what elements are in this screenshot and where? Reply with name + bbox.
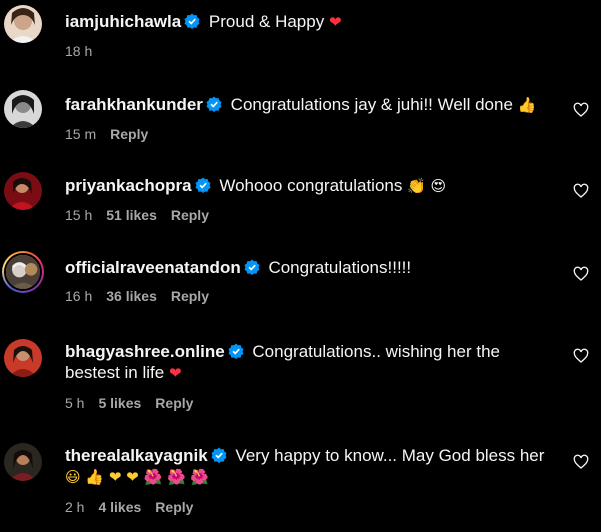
avatar[interactable] xyxy=(4,339,42,377)
avatar[interactable] xyxy=(4,172,42,210)
comment-text: Wohooo congratulations xyxy=(214,176,408,195)
like-heart-icon[interactable] xyxy=(573,266,589,282)
like-heart-icon[interactable] xyxy=(573,183,589,199)
comment-time: 16 h xyxy=(65,288,93,304)
comment-time: 5 h xyxy=(65,395,85,411)
comment-username[interactable]: farahkhankunder xyxy=(65,95,203,114)
like-heart-icon[interactable] xyxy=(573,454,589,470)
verified-badge-icon xyxy=(195,177,211,193)
comment-text: Congratulations!!!!! xyxy=(263,258,412,277)
avatar xyxy=(4,253,42,291)
avatar[interactable] xyxy=(4,443,42,481)
avatar-story-ring[interactable] xyxy=(2,251,44,293)
comment-username[interactable]: iamjuhichawla xyxy=(65,12,181,31)
avatar[interactable] xyxy=(4,90,42,128)
comment-likes[interactable]: 5 likes xyxy=(98,395,141,411)
comment-text: Very happy to know... May God bless her xyxy=(230,446,545,465)
comment-emoji: 👏 😍 xyxy=(407,177,447,195)
verified-badge-icon xyxy=(244,259,260,275)
reply-button[interactable]: Reply xyxy=(171,207,209,223)
avatar[interactable] xyxy=(4,5,42,43)
comment-text: Proud & Happy xyxy=(204,12,329,31)
comment-text: Congratulations jay & juhi!! Well done xyxy=(225,95,518,114)
verified-badge-icon xyxy=(228,343,244,359)
reply-button[interactable]: Reply xyxy=(171,288,209,304)
comment-username[interactable]: bhagyashree.online xyxy=(65,342,225,361)
reply-button[interactable]: Reply xyxy=(155,499,193,515)
verified-badge-icon xyxy=(184,13,200,29)
verified-badge-icon xyxy=(211,447,227,463)
comment-likes[interactable]: 36 likes xyxy=(106,288,157,304)
comment-username[interactable]: officialraveenatandon xyxy=(65,258,241,277)
comment-time: 18 h xyxy=(65,43,93,59)
like-heart-icon[interactable] xyxy=(573,348,589,364)
comment-emoji: 👍 xyxy=(517,96,537,114)
comment-likes[interactable]: 4 likes xyxy=(98,499,141,515)
comment-likes[interactable]: 51 likes xyxy=(106,207,157,223)
comment-username[interactable]: priyankachopra xyxy=(65,176,192,195)
verified-badge-icon xyxy=(206,96,222,112)
comment-username[interactable]: therealalkayagnik xyxy=(65,446,208,465)
comment-emoji: 😃 👍 ❤ ❤ 🌺 🌺 🌺 xyxy=(65,468,210,486)
comment-time: 15 m xyxy=(65,126,97,142)
comment-time: 15 h xyxy=(65,207,93,223)
like-heart-icon[interactable] xyxy=(573,102,589,118)
reply-button[interactable]: Reply xyxy=(110,126,148,142)
reply-button[interactable]: Reply xyxy=(155,395,193,411)
comment-time: 2 h xyxy=(65,499,85,515)
comment-emoji: ❤ xyxy=(168,364,182,382)
comment-emoji: ❤ xyxy=(328,13,342,31)
